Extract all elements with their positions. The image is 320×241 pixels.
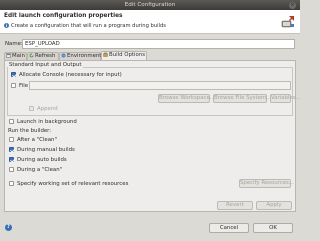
tab-refresh[interactable]: Refresh: [27, 52, 59, 60]
working-set-label: Specify working set of relevant resource…: [17, 181, 129, 187]
during-auto-builds-label: During auto builds: [17, 157, 67, 163]
info-icon: i: [4, 23, 9, 28]
environment-icon: [61, 53, 66, 58]
file-label: File: [19, 83, 29, 89]
tab-label: Environment: [67, 53, 102, 59]
after-clean-checkbox[interactable]: [9, 137, 14, 142]
during-manual-builds-checkbox[interactable]: [9, 147, 14, 152]
tab-label: Refresh: [35, 53, 56, 59]
cancel-button[interactable]: Cancel: [209, 223, 249, 233]
tab-build-options[interactable]: Build Options: [101, 51, 147, 60]
main-icon: [6, 53, 11, 58]
launch-in-background-label: Launch in background: [17, 119, 77, 125]
run-builder-label: Run the builder:: [8, 128, 52, 134]
header-message: Create a configuration that will run a p…: [11, 23, 166, 29]
tab-label: Build Options: [109, 52, 146, 58]
variables-button[interactable]: Variables...: [270, 94, 301, 103]
revert-button[interactable]: Revert: [217, 201, 253, 210]
tab-label: Main: [12, 53, 25, 59]
file-path-input[interactable]: [29, 81, 291, 90]
during-clean-checkbox[interactable]: [9, 167, 14, 172]
close-icon: ×: [290, 1, 295, 8]
during-manual-builds-label: During manual builds: [17, 147, 75, 153]
browse-workspace-button[interactable]: Browse Workspace...: [158, 94, 215, 103]
append-checkbox[interactable]: [29, 106, 34, 111]
after-clean-label: After a "Clean": [17, 137, 57, 143]
build-options-icon: [103, 52, 108, 57]
help-icon[interactable]: ?: [5, 224, 12, 231]
working-set-checkbox[interactable]: [9, 181, 14, 186]
during-clean-label: During a "Clean": [17, 167, 63, 173]
apply-button[interactable]: Apply: [256, 201, 292, 210]
file-checkbox[interactable]: [11, 83, 16, 88]
name-label: Name:: [5, 41, 23, 47]
header-title: Edit launch configuration properties: [4, 13, 123, 19]
io-group-label: Standard Input and Output: [8, 62, 83, 68]
append-label: Append: [37, 106, 58, 112]
ok-button[interactable]: OK: [253, 223, 293, 233]
dialog-header: Edit launch configuration properties i C…: [0, 10, 300, 34]
launch-in-background-checkbox[interactable]: [9, 119, 14, 124]
external-tools-logo-icon: [281, 16, 294, 28]
close-window-button[interactable]: ×: [289, 1, 296, 9]
window-title: Edit Configuration: [124, 2, 176, 8]
dialog-button-bar: ? Cancel OK: [0, 216, 300, 241]
browse-file-system-button[interactable]: Browse File System...: [213, 94, 271, 103]
allocate-console-label: Allocate Console (necessary for input): [19, 72, 122, 78]
window-titlebar: Edit Configuration ×: [0, 0, 300, 10]
tab-main[interactable]: Main: [4, 52, 27, 60]
name-input[interactable]: ESP_UPLOAD: [22, 39, 295, 49]
refresh-icon: [29, 53, 34, 58]
during-auto-builds-checkbox[interactable]: [9, 157, 14, 162]
tab-environment[interactable]: Environment: [59, 52, 101, 60]
build-options-panel: Standard Input and Output Allocate Conso…: [4, 60, 301, 212]
allocate-console-checkbox[interactable]: [11, 72, 16, 77]
specify-resources-button[interactable]: Specify Resources...: [239, 179, 294, 188]
